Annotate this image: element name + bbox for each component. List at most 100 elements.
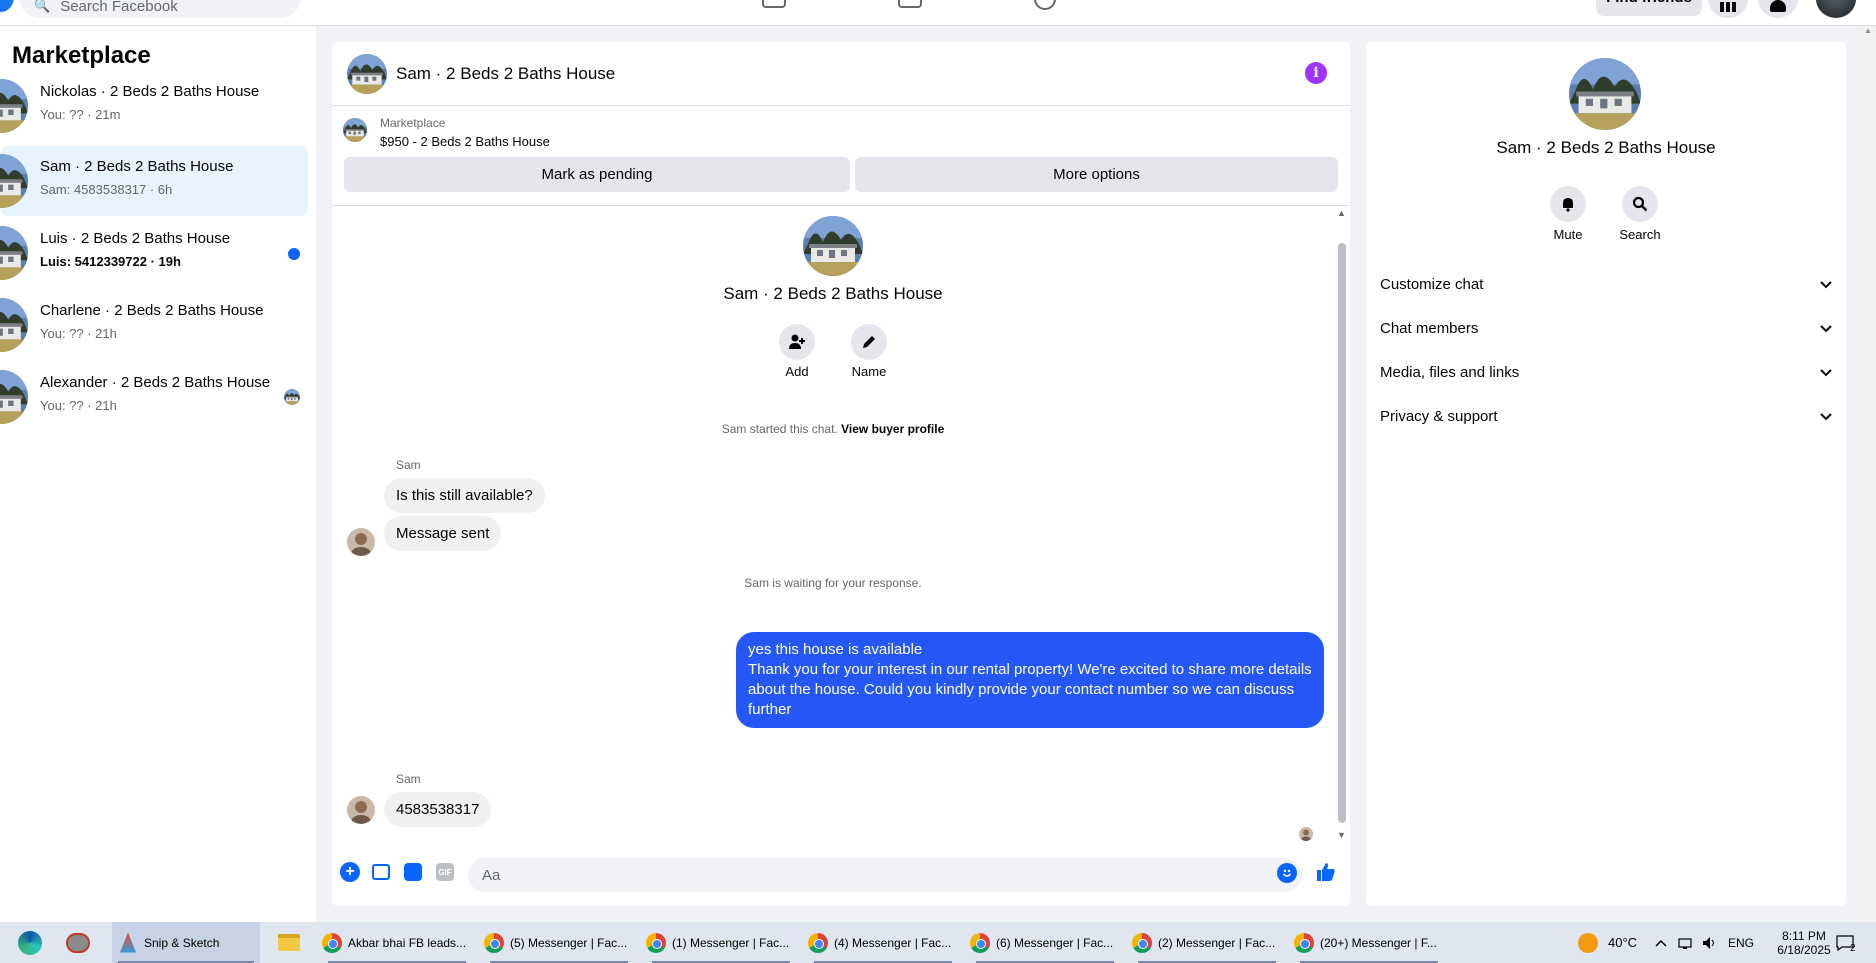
notifications-bell-icon[interactable] [1758,0,1798,18]
more-actions-plus-icon[interactable]: + [340,862,360,882]
clock-time: 8:11 PM [1782,928,1826,943]
emoji-icon[interactable] [1277,863,1297,883]
snip-sketch-taskbar-item[interactable]: Snip & Sketch [112,922,260,963]
section-label: Chat members [1380,319,1479,337]
sun-icon [1578,932,1598,953]
account-avatar[interactable] [1816,0,1856,18]
chat-avatar[interactable] [347,54,387,94]
conversation-item-sam[interactable]: Sam · 2 Beds 2 Baths House Sam: 45835383… [0,146,308,216]
chrome-icon [646,932,666,953]
chat-panel: Sam · 2 Beds 2 Baths House i Marketplace… [332,42,1350,906]
weather-widget[interactable]: 40°C [1578,922,1637,963]
search-placeholder: Search Facebook [60,0,178,15]
file-explorer-taskbar-icon[interactable] [278,922,300,963]
incoming-message-bubble[interactable]: 4583538317 [384,792,492,827]
conversation-preview: You: ?? · 21h [40,398,117,413]
view-buyer-profile-link[interactable]: View buyer profile [841,422,944,436]
network-icon[interactable] [1678,922,1694,963]
add-person-button[interactable] [779,324,815,360]
incoming-message-bubble[interactable]: Message sent [384,516,502,551]
search-input[interactable]: 🔍 Search Facebook [20,0,300,18]
taskbar-label: (20+) Messenger | F... [1320,935,1437,950]
gaming-nav-icon[interactable] [1034,0,1056,10]
app-taskbar-icon[interactable] [66,922,90,963]
taskbar-label: (5) Messenger | Fac... [510,935,628,950]
chrome-taskbar-item-5[interactable]: (6) Messenger | Fac... [970,922,1120,963]
chrome-icon [808,932,828,953]
section-label: Privacy & support [1380,407,1498,425]
listing-thumbnail[interactable] [343,118,367,142]
seen-avatar [284,389,300,405]
chat-scrollbar[interactable]: ▲ ▼ [1334,206,1350,846]
gif-icon[interactable]: GIF [436,863,454,881]
info-icon[interactable]: i [1305,62,1327,84]
chat-members-section[interactable]: Chat members [1380,313,1832,343]
chrome-icon [1132,932,1152,953]
chrome-taskbar-item-3[interactable]: (1) Messenger | Fac... [646,922,796,963]
pencil-icon [863,336,875,348]
mute-button[interactable] [1550,186,1586,222]
conversation-item-alexander[interactable]: Alexander · 2 Beds 2 Baths House You: ??… [0,362,308,432]
notification-center-icon[interactable]: 2 [1836,922,1856,963]
chat-title[interactable]: Sam · 2 Beds 2 Baths House [396,64,615,84]
search-icon [1632,196,1648,212]
conversation-name: Alexander · 2 Beds 2 Baths House [40,374,271,391]
intro-title: Sam · 2 Beds 2 Baths House [723,284,943,303]
marketplace-nav-icon[interactable] [762,0,786,8]
volume-icon[interactable] [1702,922,1718,963]
waiting-notice: Sam is waiting for your response. [744,576,922,590]
facebook-logo-icon[interactable] [0,0,14,12]
details-title: Sam · 2 Beds 2 Baths House [1496,138,1716,157]
groups-nav-icon[interactable] [898,0,922,8]
conversation-item-charlene[interactable]: Charlene · 2 Beds 2 Baths House You: ?? … [0,290,308,360]
scroll-up-arrow-icon[interactable]: ▲ [1337,208,1346,218]
listing-thumbnail [0,79,28,133]
find-friends-button[interactable]: Find friends [1596,0,1702,16]
media-files-links-section[interactable]: Media, files and links [1380,357,1832,387]
chevron-up-icon[interactable] [1655,922,1667,963]
scroll-up-arrow-icon[interactable]: ▲ [1864,26,1872,35]
sidebar-title: Marketplace [12,42,151,69]
outgoing-message-bubble[interactable]: yes this house is available Thank you fo… [736,632,1324,728]
sender-avatar[interactable] [347,796,375,824]
listing-thumbnail [0,154,28,208]
edit-name-button[interactable] [851,324,887,360]
chrome-taskbar-item-7[interactable]: (20+) Messenger | F... [1294,922,1444,963]
incoming-message-bubble[interactable]: Is this still available? [384,478,545,513]
conversation-preview: You: ?? · 21h [40,326,117,341]
chrome-taskbar-item-1[interactable]: Akbar bhai FB leads... [322,922,472,963]
customize-chat-section[interactable]: Customize chat [1380,269,1832,299]
scrollbar-thumb[interactable] [1338,243,1346,823]
conversation-name: Sam · 2 Beds 2 Baths House [40,158,234,175]
privacy-support-section[interactable]: Privacy & support [1380,401,1832,431]
taskbar-label: (6) Messenger | Fac... [996,935,1114,950]
edge-taskbar-icon[interactable] [18,922,42,963]
conversation-item-luis[interactable]: Luis · 2 Beds 2 Baths House Luis: 541233… [0,218,308,288]
details-avatar[interactable] [1569,58,1641,130]
sticker-icon[interactable] [404,863,422,881]
unread-indicator-dot [288,248,300,260]
sender-avatar[interactable] [347,528,375,556]
chrome-taskbar-item-4[interactable]: (4) Messenger | Fac... [808,922,958,963]
menu-grid-icon[interactable] [1708,0,1748,18]
input-language[interactable]: ENG [1728,922,1754,963]
chrome-icon [1294,932,1314,953]
attach-photo-icon[interactable] [372,864,390,880]
chrome-taskbar-item-6[interactable]: (2) Messenger | Fac... [1132,922,1282,963]
chat-header: Sam · 2 Beds 2 Baths House i [332,42,1350,106]
chevron-down-icon [1820,320,1832,337]
chrome-taskbar-item-2[interactable]: (5) Messenger | Fac... [484,922,634,963]
weather-temperature: 40°C [1608,935,1638,950]
chrome-icon [970,932,990,953]
message-input[interactable] [468,858,1302,892]
scroll-down-arrow-icon[interactable]: ▼ [1337,830,1346,840]
search-in-conversation-button[interactable] [1622,186,1658,222]
system-clock[interactable]: 8:11 PM 6/18/2025 [1768,922,1840,963]
page-scrollbar[interactable]: ▲ [1861,26,1876,922]
conversation-item-nickolas[interactable]: Nickolas · 2 Beds 2 Baths House You: ?? … [0,71,308,141]
listing-price[interactable]: $950 - 2 Beds 2 Baths House [380,134,550,149]
thumbs-up-icon[interactable] [1314,860,1338,884]
mark-as-pending-button[interactable]: Mark as pending [344,157,850,192]
more-options-button[interactable]: More options [855,157,1338,192]
message-composer: + GIF [332,848,1350,906]
